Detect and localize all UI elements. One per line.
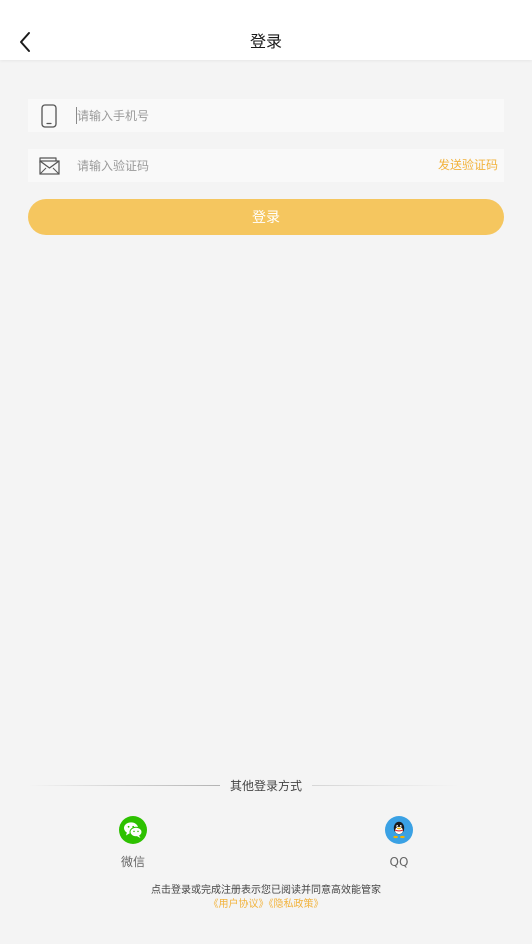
qq-label: QQ	[389, 855, 409, 869]
phone-field	[28, 99, 504, 132]
verification-code-input[interactable]	[77, 149, 377, 182]
user-agreement-link[interactable]: 《用户协议》	[209, 899, 269, 910]
send-code-button[interactable]: 发送验证码	[438, 149, 498, 182]
phone-input[interactable]	[77, 99, 417, 132]
qq-icon	[385, 816, 413, 844]
wechat-login-button[interactable]: 微信	[103, 816, 163, 869]
agreement-text: 点击登录或完成注册表示您已阅读并同意高效能管家	[151, 885, 381, 896]
agreement-links: 《用户协议》《隐私政策》	[0, 898, 532, 912]
wechat-icon	[119, 816, 147, 844]
qq-login-button[interactable]: QQ	[369, 816, 429, 869]
verification-code-field: 发送验证码	[28, 149, 504, 182]
login-button[interactable]: 登录	[28, 199, 504, 235]
envelope-icon	[36, 153, 62, 179]
login-screen: 登录 发送验证码 登录 其他登录方式	[0, 0, 532, 944]
page-title: 登录	[249, 32, 282, 51]
smartphone-icon	[36, 103, 62, 129]
wechat-label: 微信	[120, 855, 145, 869]
other-login-label: 其他登录方式	[229, 779, 302, 793]
privacy-policy-link[interactable]: 《隐私政策》	[269, 899, 324, 910]
divider-line-left	[28, 785, 220, 786]
navigation-bar: 登录	[0, 0, 532, 60]
divider-line-right	[312, 785, 460, 786]
